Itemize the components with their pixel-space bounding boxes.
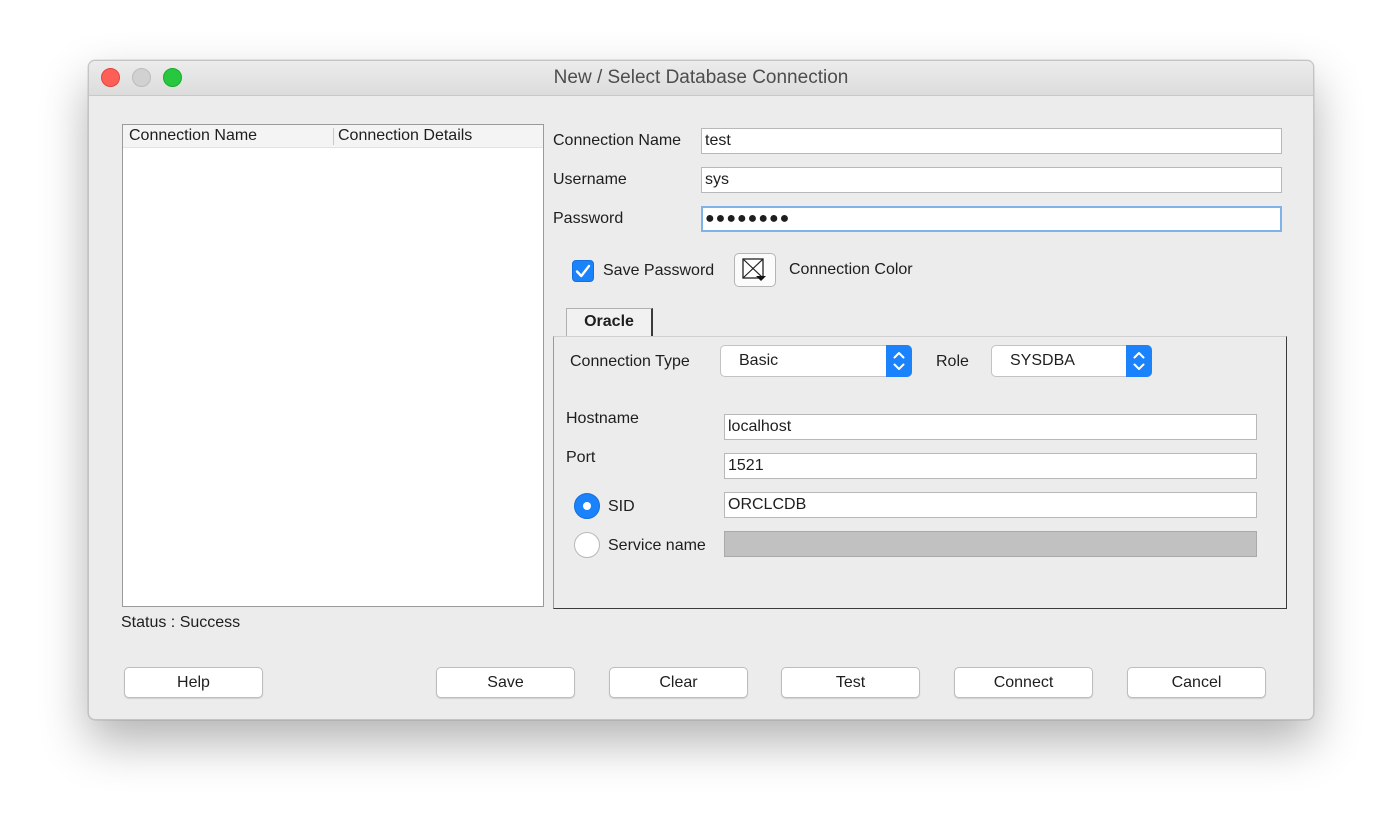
- service-name-radio[interactable]: [574, 532, 600, 558]
- password-input[interactable]: ●●●●●●●●: [701, 206, 1282, 232]
- connect-button[interactable]: Connect: [954, 667, 1093, 698]
- port-label: Port: [566, 449, 596, 466]
- username-input[interactable]: sys: [701, 167, 1282, 193]
- role-label: Role: [936, 353, 969, 370]
- role-value: SYSDBA: [1010, 352, 1075, 369]
- save-password-checkbox[interactable]: [572, 260, 594, 282]
- connection-dialog: New / Select Database Connection Connect…: [88, 60, 1314, 720]
- tab-oracle[interactable]: Oracle: [566, 308, 653, 336]
- checkmark-icon: [575, 264, 591, 278]
- connection-type-select[interactable]: Basic: [720, 345, 912, 377]
- sid-radio[interactable]: [574, 493, 600, 519]
- column-connection-details[interactable]: Connection Details: [338, 127, 472, 145]
- column-divider[interactable]: [333, 128, 334, 145]
- select-arrows-icon: [1126, 345, 1152, 377]
- select-arrows-icon: [886, 345, 912, 377]
- sid-label[interactable]: SID: [608, 498, 635, 516]
- hostname-input[interactable]: localhost: [724, 414, 1257, 440]
- color-picker-icon: [742, 258, 766, 281]
- save-password-label[interactable]: Save Password: [603, 262, 714, 280]
- list-header: Connection Name Connection Details: [123, 125, 543, 148]
- connection-name-label: Connection Name: [553, 132, 682, 149]
- connection-color-label: Connection Color: [789, 261, 913, 278]
- title-bar[interactable]: New / Select Database Connection: [89, 61, 1313, 96]
- window-title: New / Select Database Connection: [553, 67, 849, 88]
- role-select[interactable]: SYSDBA: [991, 345, 1152, 377]
- clear-button[interactable]: Clear: [609, 667, 748, 698]
- connection-name-input[interactable]: test: [701, 128, 1282, 154]
- column-connection-name[interactable]: Connection Name: [129, 127, 257, 145]
- connection-color-button[interactable]: [734, 253, 776, 287]
- save-button[interactable]: Save: [436, 667, 575, 698]
- help-button[interactable]: Help: [124, 667, 263, 698]
- cancel-button[interactable]: Cancel: [1127, 667, 1266, 698]
- connection-type-value: Basic: [739, 352, 779, 369]
- sid-input[interactable]: ORCLCDB: [724, 492, 1257, 518]
- service-name-input: [724, 531, 1257, 557]
- service-name-label[interactable]: Service name: [608, 537, 706, 555]
- username-label: Username: [553, 171, 627, 188]
- test-button[interactable]: Test: [781, 667, 920, 698]
- connection-list[interactable]: Connection Name Connection Details: [122, 124, 544, 607]
- hostname-label: Hostname: [566, 410, 639, 427]
- password-label: Password: [553, 210, 624, 227]
- connection-type-label: Connection Type: [570, 353, 690, 370]
- port-input[interactable]: 1521: [724, 453, 1257, 479]
- status-text: Status : Success: [121, 614, 241, 631]
